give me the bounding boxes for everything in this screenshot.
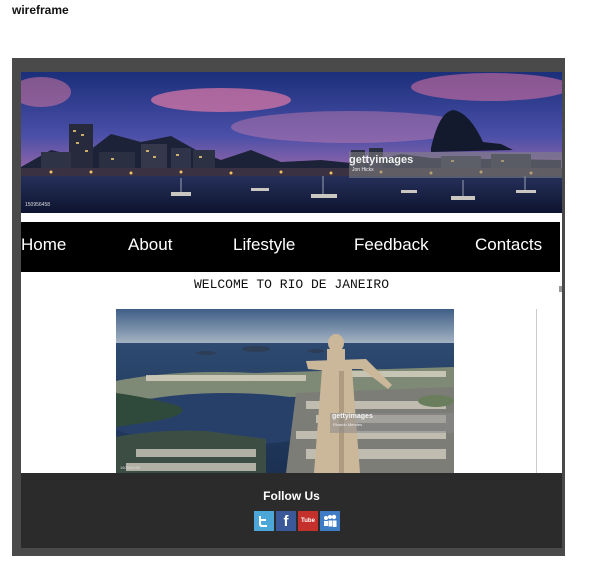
nav-about[interactable]: About [128,235,172,255]
nav-contacts[interactable]: Contacts [475,235,542,255]
youtube-icon[interactable]: Tube [298,511,318,531]
photo-image-id: 160506469 [120,465,141,470]
page-canvas: gettyimages Jon Hicks 150956458 Home Abo… [21,72,562,548]
photo-watermark-credit: Ricardo Mendes [333,422,363,427]
banner-watermark-credit: Jon Hicks [352,167,374,173]
page-heading: WELCOME TO RIO DE JANEIRO [193,277,390,292]
banner-image-id: 150956458 [25,202,51,208]
banner-watermark: gettyimages [349,154,414,166]
main-photo: gettyimages Ricardo Mendes 160506469 [116,309,454,473]
myspace-icon[interactable] [320,511,340,531]
facebook-icon[interactable]: f [276,511,296,531]
header-banner-image: gettyimages Jon Hicks 150956458 [21,72,562,213]
social-links: f Tube [254,511,340,531]
wireframe-frame: gettyimages Jon Hicks 150956458 Home Abo… [12,58,565,556]
content-divider [536,309,537,473]
nav-feedback[interactable]: Feedback [354,235,429,255]
footer: Follow Us f Tube [21,473,562,548]
twitter-icon[interactable] [254,511,274,531]
document-title: wireframe [12,3,69,17]
follow-us-label: Follow Us [263,489,320,503]
main-nav: Home About Lifestyle Feedback Contacts [21,222,560,272]
photo-watermark: gettyimages [332,413,373,420]
nav-home[interactable]: Home [21,235,66,255]
nav-lifestyle[interactable]: Lifestyle [233,235,295,255]
